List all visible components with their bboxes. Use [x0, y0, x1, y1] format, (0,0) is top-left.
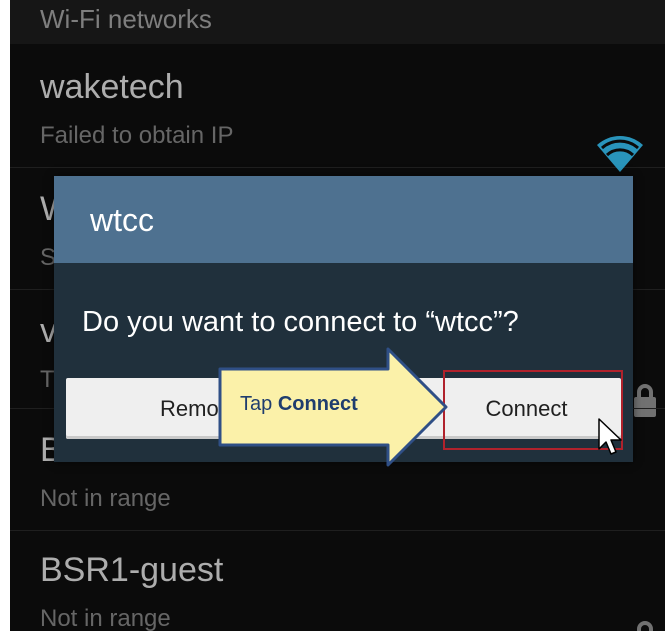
- callout-prefix: Tap: [240, 393, 278, 415]
- callout-emphasis: Connect: [277, 393, 358, 415]
- wifi-settings-screen: Wi-Fi networks waketech Failed to obtain…: [10, 0, 665, 631]
- mouse-pointer-icon: [598, 418, 622, 455]
- dialog-title: wtcc: [90, 202, 154, 238]
- connect-highlight-box: [443, 370, 623, 450]
- callout-text: Tap Connect: [240, 393, 358, 416]
- dialog-title-bar: wtcc: [54, 176, 633, 263]
- dialog-message: Do you want to connect to “wtcc”?: [82, 306, 519, 338]
